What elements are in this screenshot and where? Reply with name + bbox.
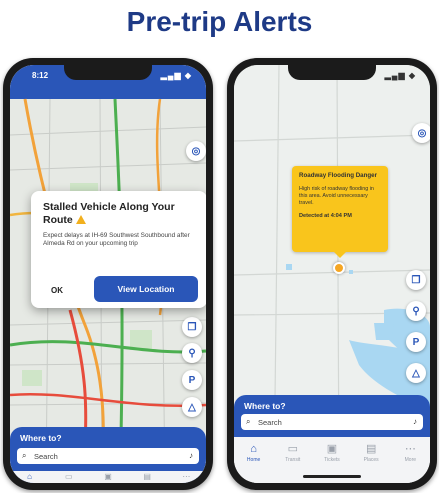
alert-location-pin[interactable] [333, 262, 345, 274]
tab-label: Home [246, 457, 261, 463]
bike-icon[interactable]: ⚲ [182, 343, 202, 363]
dialog-title-text: Stalled Vehicle Along Your Route [43, 201, 175, 226]
bus-icon[interactable]: ▭ [54, 472, 84, 483]
left-phone-screen: 8:12 ▂▄▆ ◆ ◎ ❐ ⚲ P △ Stalled Vehicle Alo… [10, 65, 206, 483]
phone-notch [64, 65, 152, 80]
alert-timestamp: Detected at 4:04 PM [299, 213, 352, 219]
layers-icon[interactable]: ❐ [406, 270, 426, 290]
dialog-message: Expect delays at IH-69 Southwest Southbo… [43, 232, 190, 248]
search-placeholder: Search [34, 452, 58, 461]
right-phone-screen: ▂▄▆ ◆ ◎ ❐ ⚲ P △ Roadway Flooding Danger … [234, 65, 430, 483]
view-location-button[interactable]: View Location [94, 276, 198, 302]
page-headline: Pre-trip Alerts [126, 6, 313, 37]
ticket-icon[interactable]: ▣ [93, 472, 123, 483]
tab-label: Transit [285, 457, 301, 463]
warning-icon [75, 215, 86, 224]
signal-icons: ▂▄▆ ◆ [160, 71, 192, 80]
places-icon[interactable]: ▤ [132, 472, 162, 483]
ok-button[interactable]: OK [51, 286, 63, 295]
search-placeholder: Search [258, 418, 282, 427]
search-icon: ⌕ [22, 451, 27, 460]
alert-title: Roadway Flooding Danger [299, 172, 378, 179]
flooding-alert-card[interactable]: Roadway Flooding Danger High risk of roa… [292, 166, 388, 258]
places-icon: ▤ [365, 443, 377, 455]
more-icon: ⋯ [404, 443, 416, 455]
bike-icon[interactable]: ⚲ [406, 301, 426, 321]
where-to-label: Where to? [244, 401, 286, 411]
compass-icon[interactable]: ◎ [412, 123, 430, 143]
search-icon: ⌕ [246, 417, 251, 426]
home-icon[interactable]: ⌂ [15, 472, 45, 483]
status-time: 8:12 [32, 71, 49, 80]
tab-label: Tickets [324, 457, 340, 463]
where-to-label: Where to? [20, 433, 62, 443]
bus-icon: ▭ [287, 443, 298, 455]
tab-home[interactable]: ⌂ Home [239, 442, 269, 483]
microphone-icon[interactable]: ♪ [189, 451, 193, 460]
alert-message: High risk of roadway flooding in this ar… [299, 186, 374, 206]
home-icon: ⌂ [250, 443, 257, 455]
parking-icon[interactable]: P [406, 332, 426, 352]
tab-label: Places [363, 457, 379, 463]
search-input[interactable]: ⌕ Search ♪ [241, 414, 423, 430]
search-input[interactable]: ⌕ Search ♪ [17, 448, 199, 464]
right-phone: ▂▄▆ ◆ ◎ ❐ ⚲ P △ Roadway Flooding Danger … [227, 58, 437, 490]
dialog-title: Stalled Vehicle Along Your Route [43, 201, 195, 227]
layers-icon[interactable]: ❐ [182, 317, 202, 337]
home-indicator [303, 475, 361, 478]
more-icon[interactable]: ⋯ [171, 472, 201, 483]
compass-icon[interactable]: ◎ [186, 141, 206, 161]
locate-icon[interactable]: △ [406, 363, 426, 383]
phone-notch [288, 65, 376, 80]
locate-icon[interactable]: △ [182, 397, 202, 417]
ticket-icon: ▣ [326, 443, 338, 455]
signal-icons: ▂▄▆ ◆ [384, 71, 416, 80]
parking-icon[interactable]: P [182, 370, 202, 390]
stalled-vehicle-dialog: Stalled Vehicle Along Your Route Expect … [31, 191, 206, 308]
tab-label: More [404, 457, 417, 463]
tab-bar-partial: ⌂ ▭ ▣ ▤ ⋯ [10, 471, 206, 483]
tab-more[interactable]: ⋯ More [395, 442, 425, 483]
microphone-icon[interactable]: ♪ [413, 417, 417, 426]
left-phone: 8:12 ▂▄▆ ◆ ◎ ❐ ⚲ P △ Stalled Vehicle Alo… [3, 58, 213, 490]
